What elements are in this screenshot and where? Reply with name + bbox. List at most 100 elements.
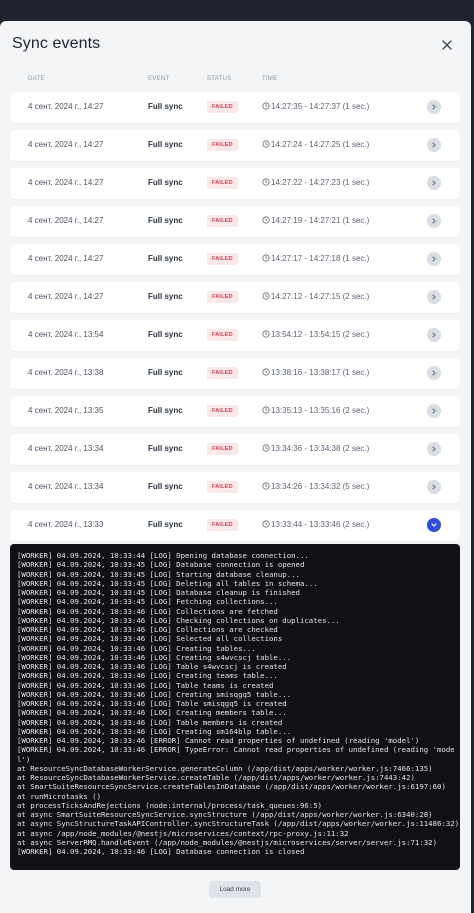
log-line: at ResourceSyncDatabaseWorkerService.cre… — [17, 773, 415, 782]
sync-events-list: 4 сент. 2024 г., 14:27 Full sync FAILED … — [10, 92, 460, 548]
event-time-range: 13:54:12 - 13:54:15 (2 sec.) — [271, 330, 370, 339]
log-line: [WORKER] 04.09.2024, 10:33:45 [LOG] Data… — [17, 560, 305, 570]
log-line: [WORKER] 04.09.2024, 10:33:46 [LOG] Coll… — [17, 625, 278, 634]
chevron-right-icon — [432, 256, 436, 262]
log-line: [WORKER] 04.09.2024, 10:33:46 [LOG] Crea… — [17, 671, 278, 681]
log-line: [WORKER] 04.09.2024, 10:33:46 [LOG] Tabl… — [17, 699, 287, 708]
event-time-range: 14:27:24 - 14:27:25 (1 sec.) — [271, 140, 370, 149]
expand-button[interactable] — [427, 328, 441, 342]
chevron-right-icon — [432, 370, 436, 376]
log-line: [WORKER] 04.09.2024, 10:33:44 [LOG] Open… — [17, 551, 309, 560]
modal-header: Sync events — [0, 21, 471, 71]
sync-event-row[interactable]: 4 сент. 2024 г., 14:27 Full sync FAILED … — [10, 130, 460, 161]
log-line: at ResourceSyncDatabaseWorkerService.gen… — [17, 763, 433, 773]
event-time: 13:33:44 - 13:33:46 (2 sec.) — [262, 520, 369, 529]
sync-event-row[interactable]: 4 сент. 2024 г., 14:27 Full sync FAILED … — [10, 282, 460, 313]
event-date: 4 сент. 2024 г., 13:35 — [28, 406, 104, 415]
chevron-right-icon — [432, 294, 436, 300]
status-badge: FAILED — [207, 367, 238, 379]
log-line: [WORKER] 04.09.2024, 10:33:46 [LOG] Crea… — [17, 726, 292, 736]
log-line: at processTicksAndRejections (node:inter… — [17, 800, 323, 810]
status-badge: FAILED — [207, 101, 238, 113]
status-badge: FAILED — [207, 291, 238, 303]
status-badge: FAILED — [207, 519, 238, 531]
expand-button[interactable] — [427, 252, 441, 266]
chevron-right-icon — [432, 484, 436, 490]
clock-icon — [262, 368, 270, 376]
expand-button[interactable] — [427, 138, 441, 152]
chevron-right-icon — [432, 408, 436, 414]
event-type: Full sync — [148, 368, 183, 377]
sync-event-row[interactable]: 4 сент. 2024 г., 14:27 Full sync FAILED … — [10, 206, 460, 237]
event-time-range: 13:34:26 - 13:34:32 (5 sec.) — [271, 482, 370, 491]
expand-button[interactable] — [427, 480, 441, 494]
close-button[interactable] — [437, 35, 457, 55]
clock-icon — [262, 406, 270, 414]
log-line: [WORKER] 04.09.2024, 10:33:46 [LOG] Coll… — [17, 606, 278, 616]
clock-icon — [262, 178, 270, 186]
event-type: Full sync — [148, 216, 183, 225]
log-line: [WORKER] 04.09.2024, 10:33:46 [ERROR] Ty… — [17, 745, 455, 755]
event-time-range: 14:27:12 - 14:27:15 (2 sec.) — [271, 292, 370, 301]
status-badge: FAILED — [207, 215, 238, 227]
column-header-event: EVENT — [148, 76, 170, 82]
expand-button[interactable] — [427, 176, 441, 190]
sync-event-row[interactable]: 4 сент. 2024 г., 14:27 Full sync FAILED … — [10, 244, 460, 275]
status-badge: FAILED — [207, 139, 238, 151]
log-line: at SmartSuiteResourceSyncService.createT… — [17, 782, 446, 792]
event-time: 14:27:35 - 14:27:37 (1 sec.) — [262, 102, 369, 111]
sync-event-row[interactable]: 4 сент. 2024 г., 13:54 Full sync FAILED … — [10, 320, 460, 351]
chevron-right-icon — [432, 332, 436, 338]
expand-button[interactable] — [427, 404, 441, 418]
sync-event-row[interactable]: 4 сент. 2024 г., 14:27 Full sync FAILED … — [10, 92, 460, 123]
sync-event-row[interactable]: 4 сент. 2024 г., 13:33 Full sync FAILED … — [10, 510, 460, 541]
event-time-range: 13:34:36 - 13:34:38 (2 sec.) — [271, 444, 370, 453]
event-type: Full sync — [148, 140, 183, 149]
load-more-button[interactable]: Load more — [209, 881, 261, 898]
event-date: 4 сент. 2024 г., 13:33 — [28, 520, 104, 529]
log-line: [WORKER] 04.09.2024, 10:33:46 [LOG] Crea… — [17, 643, 256, 653]
event-type: Full sync — [148, 330, 183, 339]
event-time: 13:35:13 - 13:35:16 (2 sec.) — [262, 406, 369, 415]
expand-button[interactable] — [427, 290, 441, 304]
log-line: [WORKER] 04.09.2024, 10:33:45 [LOG] Star… — [17, 569, 300, 579]
chevron-right-icon — [432, 142, 436, 148]
event-time-range: 14:27:35 - 14:27:37 (1 sec.) — [271, 102, 370, 111]
clock-icon — [262, 482, 270, 490]
event-date: 4 сент. 2024 г., 14:27 — [28, 292, 104, 301]
sync-event-row[interactable]: 4 сент. 2024 г., 13:34 Full sync FAILED … — [10, 472, 460, 503]
status-badge: FAILED — [207, 443, 238, 455]
clock-icon — [262, 254, 270, 262]
event-time: 13:38:16 - 13:38:17 (1 sec.) — [262, 368, 369, 377]
event-time-range: 13:38:16 - 13:38:17 (1 sec.) — [271, 368, 370, 377]
log-line: [WORKER] 04.09.2024, 10:33:46 [LOG] Chec… — [17, 615, 340, 625]
expand-button[interactable] — [427, 366, 441, 380]
event-type: Full sync — [148, 254, 183, 263]
sync-event-row[interactable]: 4 сент. 2024 г., 14:27 Full sync FAILED … — [10, 168, 460, 199]
clock-icon — [262, 140, 270, 148]
event-type: Full sync — [148, 444, 183, 453]
event-date: 4 сент. 2024 г., 13:38 — [28, 368, 104, 377]
event-date: 4 сент. 2024 г., 14:27 — [28, 216, 104, 225]
clock-icon — [262, 444, 270, 452]
log-line: [WORKER] 04.09.2024, 10:33:46 [ERROR] Ca… — [17, 736, 420, 745]
sync-event-row[interactable]: 4 сент. 2024 г., 13:34 Full sync FAILED … — [10, 434, 460, 465]
clock-icon — [262, 330, 270, 338]
log-line: [WORKER] 04.09.2024, 10:33:46 [LOG] Data… — [17, 847, 305, 856]
expand-button[interactable] — [427, 214, 441, 228]
sync-event-row[interactable]: 4 сент. 2024 г., 13:35 Full sync FAILED … — [10, 396, 460, 427]
top-backdrop — [0, 0, 474, 21]
expand-button[interactable] — [427, 100, 441, 114]
log-line: [WORKER] 04.09.2024, 10:33:45 [LOG] Dele… — [17, 578, 318, 588]
event-time: 13:34:36 - 13:34:38 (2 sec.) — [262, 444, 369, 453]
event-time: 13:34:26 - 13:34:32 (5 sec.) — [262, 482, 369, 491]
column-header-status: STATUS — [207, 76, 232, 82]
log-line: at async /app/node_modules/@nestjs/micro… — [17, 828, 349, 838]
status-badge: FAILED — [207, 481, 238, 493]
expand-button[interactable] — [427, 442, 441, 456]
expand-button[interactable] — [427, 518, 441, 532]
sync-event-row[interactable]: 4 сент. 2024 г., 13:38 Full sync FAILED … — [10, 358, 460, 389]
chevron-right-icon — [432, 446, 436, 452]
chevron-right-icon — [432, 218, 436, 224]
event-date: 4 сент. 2024 г., 13:34 — [28, 444, 104, 453]
